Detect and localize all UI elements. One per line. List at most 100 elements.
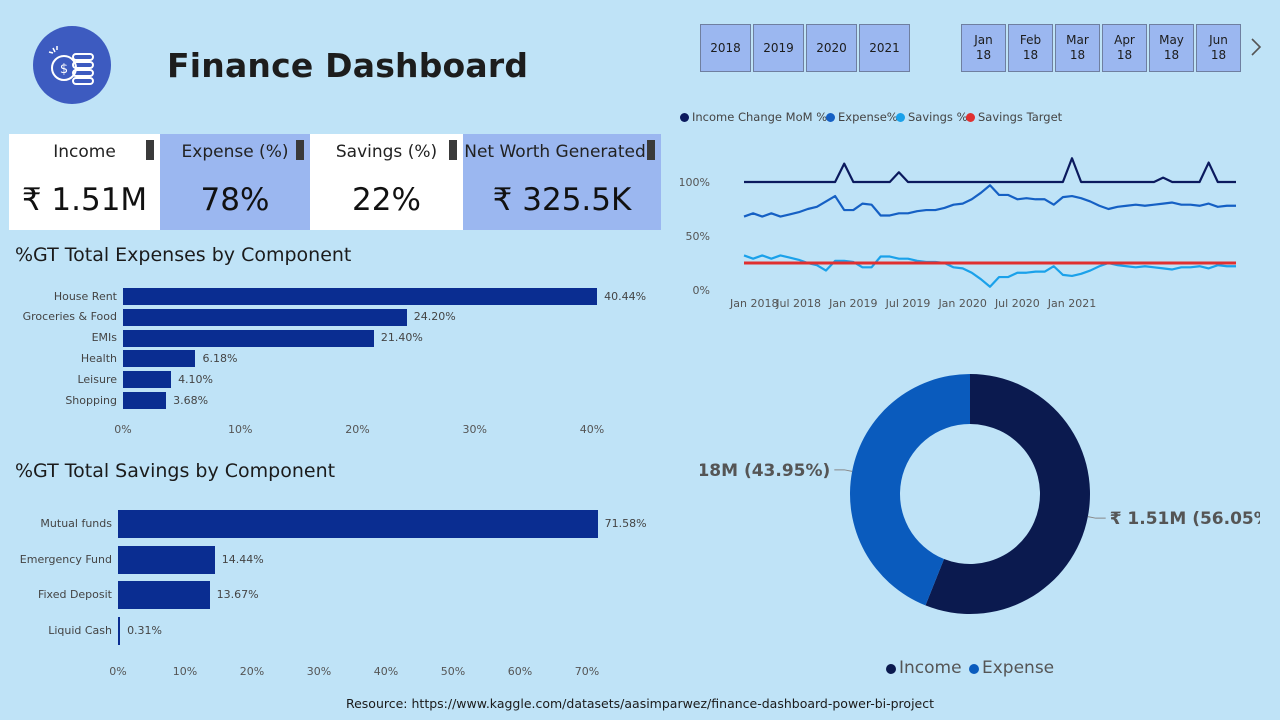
chevron-right-icon[interactable] [1249,36,1263,58]
donut-legend-item: Income [886,658,962,678]
legend-label: Income [899,658,962,678]
month-label: May [1159,33,1184,47]
bar-value-label: 40.44% [604,289,647,303]
x-tick-label: 20% [239,665,265,678]
x-tick-label: 30% [462,423,487,436]
month-button-feb18[interactable]: Feb 18 [1008,24,1053,72]
y-tick-label: 0% [693,284,710,297]
kpi-savings-card: Savings (%) 22% [310,134,463,230]
x-tick-label: 60% [507,665,533,678]
bar-value-label: 14.44% [221,552,264,566]
legend-dot [896,113,905,122]
savings-chart-title: %GT Total Savings by Component [15,460,336,482]
x-tick-label: Jan 2021 [1047,297,1096,310]
month-button-jan18[interactable]: Jan 18 [961,24,1006,72]
donut-leader-line [834,469,853,472]
donut-data-label: ₹ 1.51M (56.05%) [1110,509,1260,529]
footer-resource: Resource: https://www.kaggle.com/dataset… [345,696,935,711]
svg-text:$: $ [60,62,68,77]
kpi-marker [296,140,304,160]
kpi-expense-label: Expense (%) [181,142,289,162]
kpi-expense-value: 78% [200,182,270,218]
month-button-jun18[interactable]: Jun 18 [1196,24,1241,72]
month-year: 18 [1116,48,1133,62]
month-year: 18 [1163,48,1180,62]
month-label: Mar [1066,33,1089,47]
legend-label: Expense% [838,110,898,124]
month-button-apr18[interactable]: Apr 18 [1102,24,1147,72]
bar-label: Shopping [65,393,117,407]
bar-label: Liquid Cash [48,623,112,637]
x-tick-label: 50% [440,665,466,678]
x-tick-label: Jul 2020 [994,297,1040,310]
bar-value-label: 21.40% [380,331,423,345]
legend-dot [969,664,979,674]
year-button-2020[interactable]: 2020 [806,24,857,72]
bar-label: Health [80,351,117,365]
bar-value-label: 0.31% [127,623,163,637]
y-tick-label: 100% [680,176,710,189]
legend-label: Savings Target [978,110,1063,124]
donut-data-label: ₹ 1.18M (43.95%) [700,461,830,481]
bar-value-label: 4.10% [178,372,214,386]
legend-label: Income Change MoM % [692,110,828,124]
month-button-mar18[interactable]: Mar 18 [1055,24,1100,72]
kpi-networth-value: ₹ 325.5K [492,182,632,218]
x-tick-label: 0% [114,423,132,436]
page-title: Finance Dashboard [167,46,529,85]
bar-label: EMIs [91,331,117,345]
x-tick-label: 10% [228,423,253,436]
line-chart: 0% 50% 100% Jan 2018Jul 2018 Jan 2019 Jul 201… [680,157,1236,310]
bar-label: Mutual funds [40,517,112,530]
bar-label: Groceries & Food [22,310,117,324]
expenses-chart-title: %GT Total Expenses by Component [15,244,352,266]
kpi-marker [449,140,457,160]
year-button-2019[interactable]: 2019 [753,24,804,72]
money-stack-icon: $ [48,46,94,85]
bar [118,581,210,609]
series-line-income-change-mom- [744,157,1236,184]
donut-legend-item: Expense [969,658,1054,678]
year-button-2021[interactable]: 2021 [859,24,910,72]
bar-value-label: 13.67% [216,588,259,601]
month-button-may18[interactable]: May 18 [1149,24,1194,72]
bar-label: Fixed Deposit [37,588,112,601]
month-year: 18 [975,48,992,62]
bar-value-label: 24.20% [413,310,456,324]
x-tick-label: 40% [579,423,605,436]
bar-value-label: 3.68% [173,393,209,407]
bar [123,308,407,326]
bar [118,510,598,538]
bar-value-label: 71.58% [604,517,647,530]
legend-label: Savings % [908,110,968,124]
month-label: Jun [1209,33,1228,47]
kpi-marker [146,140,154,160]
bar [118,616,121,645]
year-button-2018[interactable]: 2018 [700,24,751,72]
donut-chart: ₹ 1.51M (56.05%) ₹ 1.18M (43.95%) [700,374,1260,614]
x-tick-label: 70% [574,665,600,678]
bar [118,545,215,574]
kpi-networth-card: Net Worth Generated ₹ 325.5K [463,134,661,230]
month-year: 18 [1069,48,1086,62]
legend-item: Expense% [826,110,898,124]
x-tick-label: Jan 2018 [729,297,778,310]
legend-item: Income Change MoM % [680,110,827,124]
month-year: 18 [1210,48,1227,62]
bar-label: House Rent [53,289,117,303]
bar [123,371,172,389]
x-tick-label: 0% [109,665,127,678]
legend-dot [966,113,975,122]
x-tick-label: Jan 2019 [828,297,877,310]
x-tick-label: Jul 2019 [885,297,931,310]
x-tick-label: 10% [172,665,198,678]
month-label: Apr [1114,33,1135,47]
bar [123,392,167,409]
kpi-income-label: Income [53,142,116,162]
kpi-marker [647,140,655,160]
bar [123,288,598,305]
bar [123,350,196,368]
series-line-savings- [743,254,1236,288]
bar-label: Emergency Fund [19,552,112,566]
kpi-expense-card: Expense (%) 78% [160,134,310,230]
